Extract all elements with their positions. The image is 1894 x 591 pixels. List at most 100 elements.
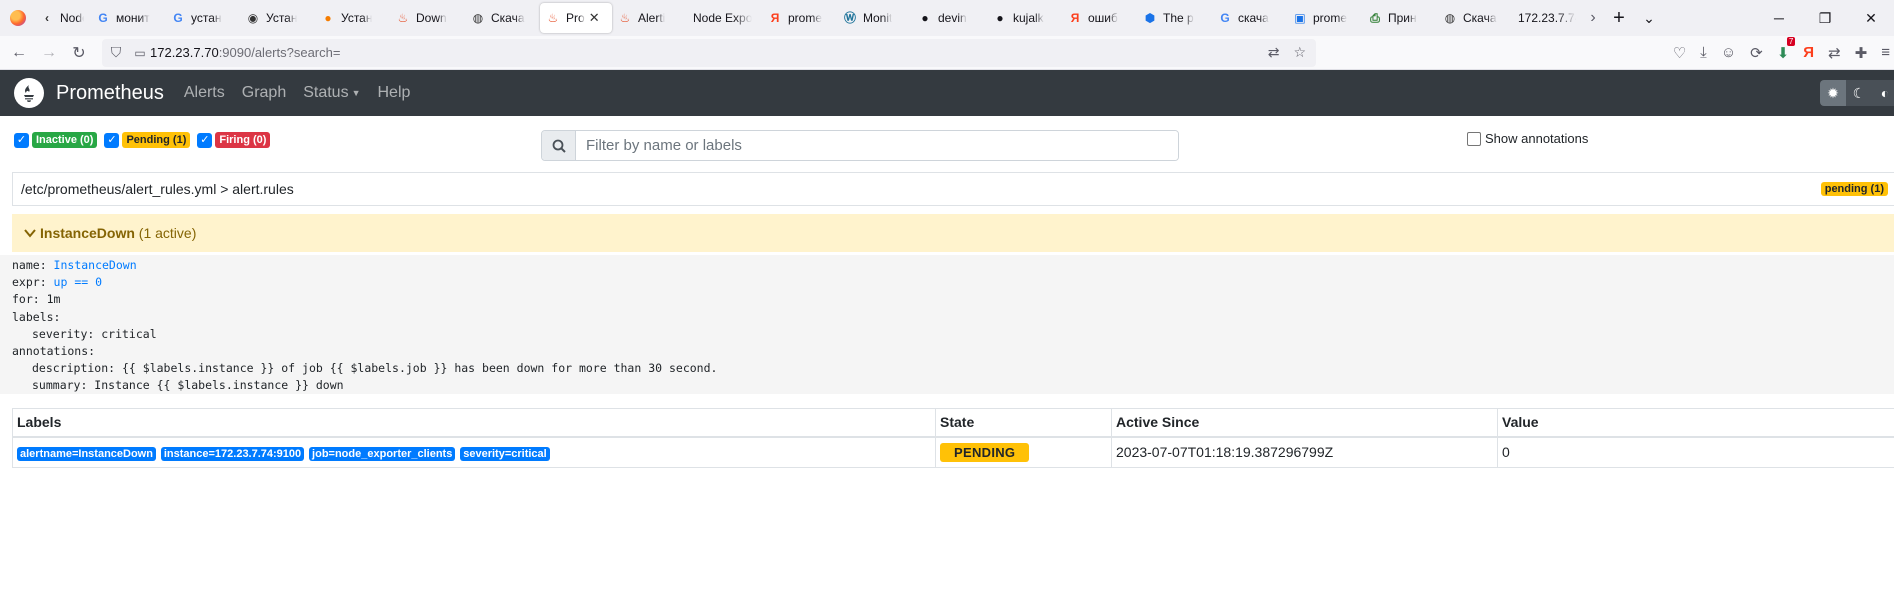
show-annotations-toggle[interactable]: Show annotations xyxy=(1467,131,1588,146)
firing-badge[interactable]: Firing (0) xyxy=(215,132,271,148)
browser-tab[interactable]: Яprome xyxy=(762,3,837,33)
browser-tab[interactable]: Node Expo xyxy=(687,3,762,33)
label-badge: job=node_exporter_clients xyxy=(309,446,456,461)
yandex-icon: Я xyxy=(1070,11,1080,25)
label-badge: instance=172.23.7.74:9100 xyxy=(160,446,305,461)
chevron-down-icon xyxy=(24,226,36,241)
google-icon: G xyxy=(1220,11,1230,25)
labels-cell: alertname=InstanceDown instance=172.23.7… xyxy=(12,436,936,468)
orange-circle-icon: ● xyxy=(324,11,332,25)
browser-tab[interactable]: ● devin xyxy=(912,3,987,33)
inactive-badge[interactable]: Inactive (0) xyxy=(32,132,98,148)
site-info-icon[interactable]: ▭ xyxy=(130,46,150,60)
url-bar[interactable]: ⛉ ▭ 172.23.7.70:9090/alerts?search= ⇄ ☆ xyxy=(102,38,1316,67)
menu-icon[interactable]: ≡ xyxy=(1881,44,1890,61)
state-cell: PENDING xyxy=(935,436,1112,468)
list-all-tabs-icon[interactable]: ⌄ xyxy=(1634,10,1664,27)
restore-icon[interactable]: ❐ xyxy=(1802,10,1848,27)
label-badge: alertname=InstanceDown xyxy=(17,446,156,461)
nav-status-dropdown[interactable]: Status ▼ xyxy=(303,84,360,102)
grafana-icon: ◍ xyxy=(1444,11,1456,25)
col-labels-header: Labels xyxy=(12,408,936,438)
browser-tab[interactable]: ⬢ The p xyxy=(1137,3,1212,33)
light-theme-icon[interactable]: ✹ xyxy=(1820,80,1846,106)
rule-expr-key: expr: xyxy=(12,275,54,290)
browser-tab[interactable]: Gустан xyxy=(165,3,240,33)
col-value-header: Value xyxy=(1497,408,1894,438)
show-annotations-checkbox[interactable] xyxy=(1467,131,1481,146)
rule-definition: name: InstanceDown expr: up == 0 for: 1m… xyxy=(0,255,1894,394)
printer-icon: ⎙ xyxy=(1370,11,1380,25)
browser-tab[interactable]: ♨ Alerti xyxy=(612,3,687,33)
auto-theme-icon[interactable]: ◐ xyxy=(1872,80,1894,106)
rule-name-key: name: xyxy=(12,258,54,272)
search-input[interactable] xyxy=(576,131,1178,160)
browser-tab[interactable]: ‹ Node xyxy=(38,3,90,33)
browser-tab-active[interactable]: ♨ Pro ✕ xyxy=(540,3,612,33)
browser-tab[interactable]: ● Устан xyxy=(315,3,390,33)
rule-labels-key: labels: xyxy=(12,309,61,324)
browser-tab[interactable]: ▣ prome xyxy=(1287,3,1362,33)
extension-badge-icon[interactable]: ⬇ 7 xyxy=(1777,36,1796,62)
tab-scroll-right-icon[interactable]: › xyxy=(1582,9,1604,27)
inactive-checkbox[interactable]: ✓ xyxy=(14,132,29,148)
nav-graph[interactable]: Graph xyxy=(242,84,286,102)
pocket-icon[interactable]: ♡ xyxy=(1673,44,1686,62)
account-icon[interactable]: ☺ xyxy=(1721,44,1736,61)
pending-badge[interactable]: Pending (1) xyxy=(122,132,191,148)
rule-expr-link[interactable]: up == 0 xyxy=(54,275,102,289)
downloads-icon[interactable]: ⤓ xyxy=(1700,44,1707,61)
brand-title[interactable]: Prometheus xyxy=(56,82,164,105)
nav-help[interactable]: Help xyxy=(378,84,411,102)
col-state-header: State xyxy=(935,408,1112,438)
label-badge: severity=critical xyxy=(460,446,550,461)
caret-down-icon: ▼ xyxy=(351,87,361,98)
bookmark-star-icon[interactable]: ☆ xyxy=(1293,44,1306,61)
dark-theme-icon[interactable]: ☾ xyxy=(1846,80,1872,106)
browser-tab-strip: ‹ Node Gмонит Gустан ◉Устан ●Устан ♨Down… xyxy=(0,0,1894,36)
close-tab-icon[interactable]: ✕ xyxy=(589,10,600,26)
wordpress-icon: Ⓦ xyxy=(843,11,856,25)
pending-checkbox[interactable]: ✓ xyxy=(104,132,120,148)
browser-tab[interactable]: Ⓦ Monit xyxy=(837,3,912,33)
nav-status-label: Status xyxy=(303,84,349,101)
firing-checkbox[interactable]: ✓ xyxy=(197,132,213,148)
browser-tab[interactable]: ◍ Скача xyxy=(465,3,540,33)
window-close-icon[interactable]: ✕ xyxy=(1848,10,1894,27)
tracking-shield-icon[interactable]: ⛉ xyxy=(102,44,130,61)
state-filters: ✓ Inactive (0) ✓ Pending (1) ✓ Firing (0… xyxy=(14,132,274,148)
browser-tab[interactable]: ● kujalk xyxy=(987,3,1062,33)
browser-tab[interactable]: ◍ Скача xyxy=(1437,3,1512,33)
translate-ext-icon[interactable]: ⇄ xyxy=(1828,44,1841,62)
reload-icon[interactable]: ↻ xyxy=(64,43,94,63)
window-controls: ─ ❐ ✕ xyxy=(1756,0,1894,36)
browser-tab[interactable]: ♨ Down xyxy=(390,3,465,33)
google-icon: G xyxy=(173,11,183,25)
show-annotations-label: Show annotations xyxy=(1485,131,1589,146)
browser-tab[interactable]: Яошиб xyxy=(1062,3,1137,33)
group-pending-badge: pending (1) xyxy=(1820,182,1888,196)
alert-rule-toggle[interactable]: InstanceDown (1 active) xyxy=(12,214,1894,252)
minimize-icon[interactable]: ─ xyxy=(1756,10,1802,26)
rule-name-link[interactable]: InstanceDown xyxy=(54,258,137,272)
rule-summary: summary: Instance {{ $labels.instance }}… xyxy=(32,378,344,393)
browser-tab[interactable]: ⎙ Прин xyxy=(1362,3,1437,33)
prometheus-logo-icon[interactable] xyxy=(14,78,44,108)
col-active-since-header: Active Since xyxy=(1111,408,1498,438)
forward-icon[interactable]: → xyxy=(34,44,64,62)
yandex-extension-icon[interactable]: Я xyxy=(1803,44,1814,61)
site-icon: ◉ xyxy=(247,11,259,25)
github-icon: ● xyxy=(996,11,1004,25)
extensions-icon[interactable]: ✚ xyxy=(1855,44,1868,62)
back-icon[interactable]: ← xyxy=(4,44,34,62)
browser-tab[interactable]: Gмонит xyxy=(90,3,165,33)
new-tab-button[interactable]: + xyxy=(1604,7,1634,30)
browser-tab[interactable]: ◉ Устан xyxy=(240,3,315,33)
yandex-icon: Я xyxy=(770,11,780,25)
sync-icon[interactable]: ⟳ xyxy=(1750,44,1763,62)
browser-tab[interactable]: 172.23.7.74 xyxy=(1512,3,1582,33)
translate-icon[interactable]: ⇄ xyxy=(1268,44,1280,61)
nav-alerts[interactable]: Alerts xyxy=(184,84,225,102)
rule-group-header: /etc/prometheus/alert_rules.yml > alert.… xyxy=(12,172,1894,206)
browser-tab[interactable]: Gскача xyxy=(1212,3,1287,33)
